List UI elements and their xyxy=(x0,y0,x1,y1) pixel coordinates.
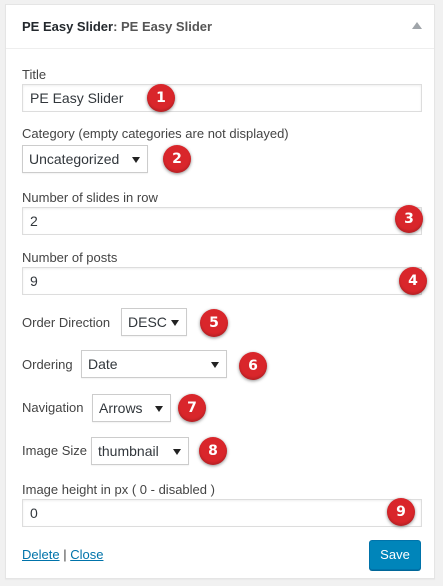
image-size-select-value: thumbnail xyxy=(98,443,159,459)
category-select-value: Uncategorized xyxy=(29,151,120,167)
badge-8: 8 xyxy=(199,437,227,465)
title-input[interactable]: PE Easy Slider xyxy=(22,84,422,112)
widget-header[interactable]: PE Easy Slider: PE Easy Slider xyxy=(6,5,434,49)
order-direction-label: Order Direction xyxy=(22,315,111,330)
image-size-label: Image Size xyxy=(22,443,88,458)
posts-label: Number of posts xyxy=(22,250,118,265)
ordering-select[interactable]: Date xyxy=(81,350,227,378)
widget-title-name: PE Easy Slider xyxy=(22,19,114,34)
close-link[interactable]: Close xyxy=(70,547,103,562)
image-height-input[interactable]: 0 xyxy=(22,499,422,527)
slides-in-row-input[interactable]: 2 xyxy=(22,207,422,235)
category-select[interactable]: Uncategorized xyxy=(22,145,148,173)
badge-6: 6 xyxy=(239,352,267,380)
image-size-select[interactable]: thumbnail xyxy=(91,437,189,465)
ordering-label: Ordering xyxy=(22,357,73,372)
widget-title: PE Easy Slider: PE Easy Slider xyxy=(22,19,212,34)
badge-7: 7 xyxy=(178,394,206,422)
chevron-down-icon xyxy=(132,157,140,163)
links-separator: | xyxy=(63,547,67,562)
widget-panel: PE Easy Slider: PE Easy Slider Title PE … xyxy=(5,4,435,579)
posts-input[interactable]: 9 xyxy=(22,267,422,295)
navigation-select-value: Arrows xyxy=(99,400,143,416)
navigation-select[interactable]: Arrows xyxy=(92,394,171,422)
save-button[interactable]: Save xyxy=(369,540,421,570)
slides-in-row-label: Number of slides in row xyxy=(22,190,158,205)
chevron-down-icon xyxy=(171,320,179,326)
badge-2: 2 xyxy=(163,145,191,173)
order-direction-select[interactable]: DESC xyxy=(121,308,187,336)
delete-link[interactable]: Delete xyxy=(22,547,60,562)
chevron-down-icon xyxy=(173,449,181,455)
badge-3: 3 xyxy=(395,205,423,233)
category-label: Category (empty categories are not displ… xyxy=(22,126,289,141)
ordering-select-value: Date xyxy=(88,356,118,372)
collapse-arrow-icon[interactable] xyxy=(412,22,422,29)
badge-5: 5 xyxy=(200,309,228,337)
badge-9: 9 xyxy=(387,498,415,526)
title-label: Title xyxy=(22,67,47,82)
navigation-label: Navigation xyxy=(22,400,84,415)
chevron-down-icon xyxy=(211,362,219,368)
badge-1: 1 xyxy=(147,84,175,112)
widget-actions: Delete | Close xyxy=(22,547,103,562)
widget-title-suffix: : PE Easy Slider xyxy=(113,19,213,34)
badge-4: 4 xyxy=(399,267,427,295)
order-direction-select-value: DESC xyxy=(128,314,167,330)
image-height-label: Image height in px ( 0 - disabled ) xyxy=(22,482,215,497)
chevron-down-icon xyxy=(155,406,163,412)
